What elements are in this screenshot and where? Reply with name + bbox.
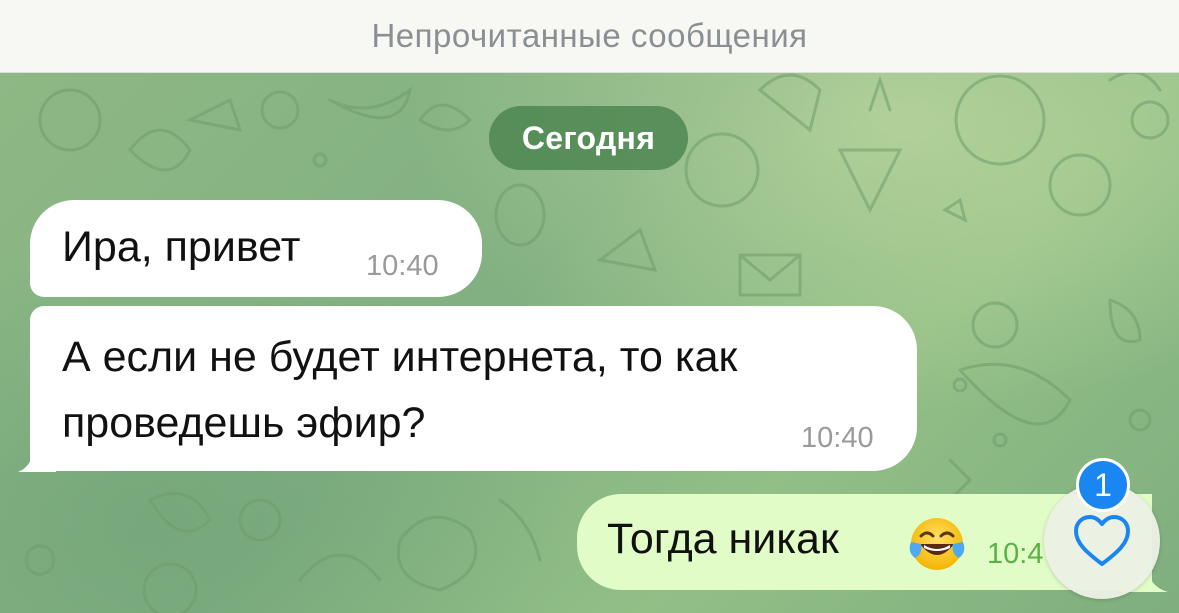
laughing-tears-emoji-icon	[909, 518, 965, 570]
reactions-count-badge: 1	[1076, 458, 1130, 512]
heart-icon	[1074, 515, 1130, 566]
message-time: 10:40	[366, 250, 439, 282]
message-time: 10:4	[987, 538, 1044, 570]
incoming-message[interactable]: Ира, привет 10:40	[30, 200, 482, 297]
message-text: Ира, привет	[62, 223, 301, 271]
reactions-count: 1	[1094, 466, 1112, 503]
date-separator-label: Сегодня	[521, 119, 656, 156]
date-separator: Сегодня	[489, 106, 688, 170]
unread-messages-label: Непрочитанные сообщения	[371, 17, 808, 54]
incoming-message[interactable]: А если не будет интернета, то как провед…	[30, 306, 917, 471]
message-time: 10:40	[801, 422, 874, 454]
unread-messages-divider: Непрочитанные сообщения	[0, 0, 1179, 73]
message-text: А если не будет интернета, то как провед…	[62, 333, 738, 447]
message-text: Тогда никак	[607, 515, 839, 563]
bubble-tail	[18, 440, 56, 472]
